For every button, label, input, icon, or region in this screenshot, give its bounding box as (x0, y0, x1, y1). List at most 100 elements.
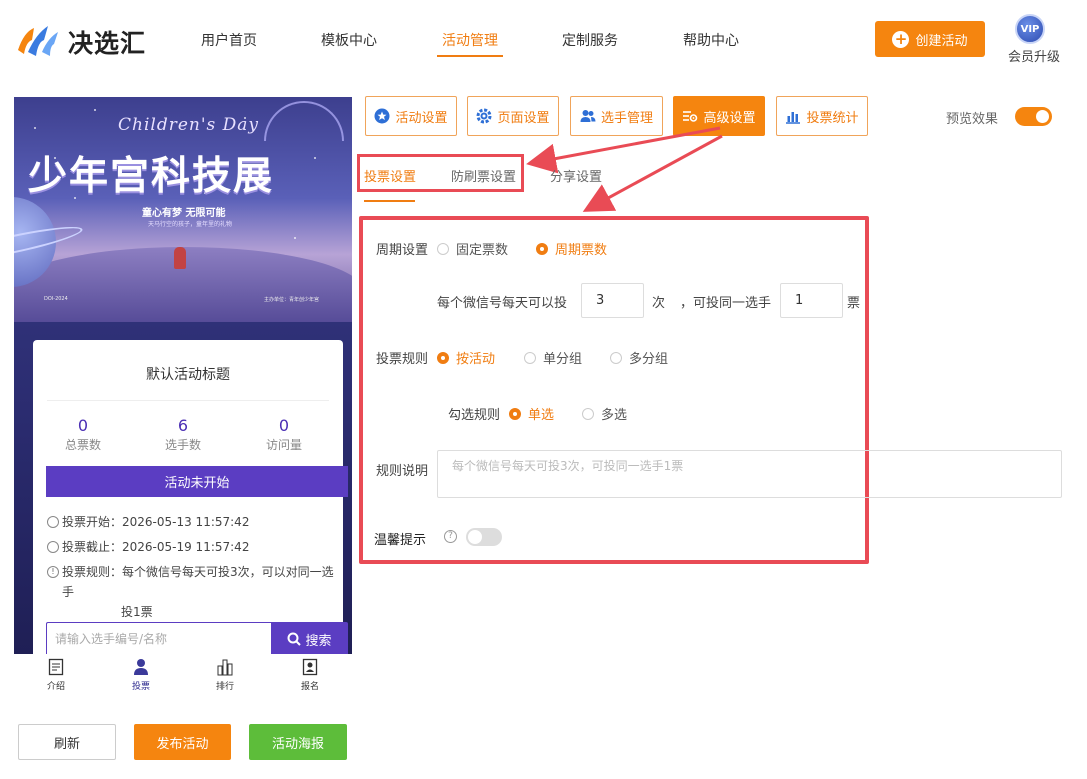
warm-tip-label: 温馨提示 (374, 533, 427, 548)
tab-vote-stats-label: 投票统计 (806, 110, 859, 126)
publish-activity-button[interactable]: 发布活动 (134, 724, 231, 760)
activity-status-button[interactable]: 活动未开始 (46, 466, 348, 497)
subtab-share-settings[interactable]: 分享设置 (550, 166, 602, 185)
nav-custom-service[interactable]: 定制服务 (562, 30, 618, 50)
radio-multi-choice-label: 多选 (601, 408, 628, 423)
radio-by-activity[interactable]: 按活动 (437, 348, 495, 367)
plus-icon: + (892, 30, 910, 48)
radio-period-votes-label: 周期票数 (555, 243, 608, 258)
logo-icon (18, 26, 58, 56)
radio-multi-group[interactable]: 多分组 (610, 348, 668, 367)
banner-footer-right: 主办单位：青年创少年宫 (264, 297, 320, 303)
vote-rule-line1: 投票规则：每个微信号每天可投3次，可以对同一选手 (62, 565, 334, 599)
same-player-unit: 票 (847, 296, 861, 311)
tab-activity-settings[interactable]: 活动设置 (365, 96, 457, 136)
search-button-label: 搜索 (305, 633, 332, 649)
divider (47, 400, 329, 401)
radio-dot (509, 407, 521, 420)
nav-template-center[interactable]: 模板中心 (321, 30, 377, 50)
help-icon[interactable]: ? (444, 530, 457, 543)
create-activity-button[interactable]: + 创建活动 (875, 21, 985, 57)
stat-total-votes-label: 总票数 (64, 438, 101, 452)
radio-by-activity-label: 按活动 (456, 352, 496, 367)
radio-single-group[interactable]: 单分组 (524, 348, 582, 367)
bottom-nav-rank[interactable]: 排行 (195, 658, 255, 692)
per-day-unit: 次 (652, 296, 666, 311)
create-activity-label: 创建活动 (915, 33, 968, 49)
same-player-label: ，可投同一选手 (680, 296, 772, 311)
bar-chart-icon (786, 112, 801, 124)
vote-rule-line2: 投1票 (121, 605, 153, 619)
banner-caption: 天马行空的孩子，童年里的礼物 (148, 221, 233, 228)
nav-user-home[interactable]: 用户首页 (201, 30, 257, 50)
stat-visits-value: 0 (278, 416, 290, 435)
search-button[interactable]: 搜索 (271, 622, 348, 654)
stat-players-label: 选手数 (164, 438, 201, 452)
tab-advanced-settings-label: 高级设置 (703, 110, 756, 126)
player-search-input[interactable]: 请输入选手编号/名称 (46, 622, 271, 654)
moon-decoration (264, 101, 344, 141)
stat-players-value: 6 (177, 416, 189, 435)
radio-dot (582, 407, 594, 420)
activity-poster-button[interactable]: 活动海报 (249, 724, 347, 760)
mobile-bottom-nav: 介绍 投票 排行 报名 (14, 654, 352, 698)
bottom-nav-intro[interactable]: 介绍 (26, 658, 86, 692)
clock-icon (47, 541, 59, 553)
nav-activity-manage[interactable]: 活动管理 (442, 30, 498, 50)
per-day-label: 每个微信号每天可以投 (437, 296, 568, 311)
info-icon: ! (47, 566, 59, 578)
settings-sliders-icon (683, 111, 698, 122)
radio-single-choice[interactable]: 单选 (509, 404, 554, 423)
vote-rule-row: ! 投票规则：每个微信号每天可投3次，可以对同一选手 投1票 (47, 562, 342, 622)
search-icon (287, 632, 302, 646)
ranking-icon (217, 659, 233, 676)
nav-help-center[interactable]: 帮助中心 (683, 30, 739, 50)
per-day-count-input[interactable]: 3 (581, 283, 644, 318)
warm-tip-toggle[interactable] (466, 528, 502, 546)
check-rule-label: 勾选规则 (448, 408, 501, 423)
tab-activity-settings-label: 活动设置 (395, 110, 448, 126)
radio-period-votes[interactable]: 周期票数 (536, 239, 607, 258)
vote-start-row: 投票开始：2026-05-13 11:57:42 (47, 512, 249, 532)
refresh-button[interactable]: 刷新 (18, 724, 116, 760)
tab-player-manage-label: 选手管理 (600, 110, 653, 126)
bottom-nav-signup-label: 报名 (300, 682, 319, 692)
tab-vote-stats[interactable]: 投票统计 (776, 96, 868, 136)
highlight-box-tabs (357, 154, 524, 192)
person-icon (134, 659, 148, 675)
bottom-nav-signup[interactable]: 报名 (280, 658, 340, 692)
bottom-nav-intro-label: 介绍 (46, 682, 65, 692)
radio-dot (437, 351, 449, 364)
id-card-icon (302, 658, 318, 676)
subtab-active-underline (364, 200, 415, 202)
clock-icon (47, 516, 59, 528)
vote-end-row: 投票截止：2026-05-19 11:57:42 (47, 537, 249, 557)
same-player-count-input[interactable]: 1 (780, 283, 843, 318)
gear-icon (476, 108, 492, 124)
vote-end-text: 投票截止：2026-05-19 11:57:42 (62, 540, 250, 554)
vote-rule-label: 投票规则 (376, 352, 429, 367)
banner-title: 少年宫科技展 (28, 154, 275, 199)
bottom-nav-rank-label: 排行 (215, 682, 234, 692)
rule-desc-textarea[interactable]: 每个微信号每天可投3次，可投同一选手1票 (437, 450, 1062, 498)
radio-multi-choice[interactable]: 多选 (582, 404, 627, 423)
activity-title: 默认活动标题 (146, 367, 230, 383)
radio-fixed-votes-label: 固定票数 (456, 243, 509, 258)
preview-effect-toggle[interactable] (1015, 107, 1052, 126)
banner-english-title: Children's Day (118, 115, 260, 135)
vip-icon[interactable]: VIP (1015, 14, 1045, 44)
banner-footer-left: DOI-2024 (44, 296, 68, 302)
stat-visits-label: 访问量 (265, 438, 302, 452)
bottom-nav-vote[interactable]: 投票 (111, 658, 171, 692)
radio-dot (536, 242, 548, 255)
vote-start-text: 投票开始：2026-05-13 11:57:42 (62, 515, 250, 529)
highlight-box-form (359, 216, 869, 564)
radio-single-group-label: 单分组 (543, 352, 583, 367)
tab-page-settings-label: 页面设置 (497, 110, 550, 126)
document-icon (48, 658, 64, 676)
banner-subtitle: 童心有梦 无限可能 (142, 208, 226, 219)
radio-dot (524, 351, 536, 364)
radio-fixed-votes[interactable]: 固定票数 (437, 239, 508, 258)
vip-upgrade-link[interactable]: 会员升级 (1008, 46, 1060, 65)
rule-desc-label: 规则说明 (376, 464, 429, 479)
